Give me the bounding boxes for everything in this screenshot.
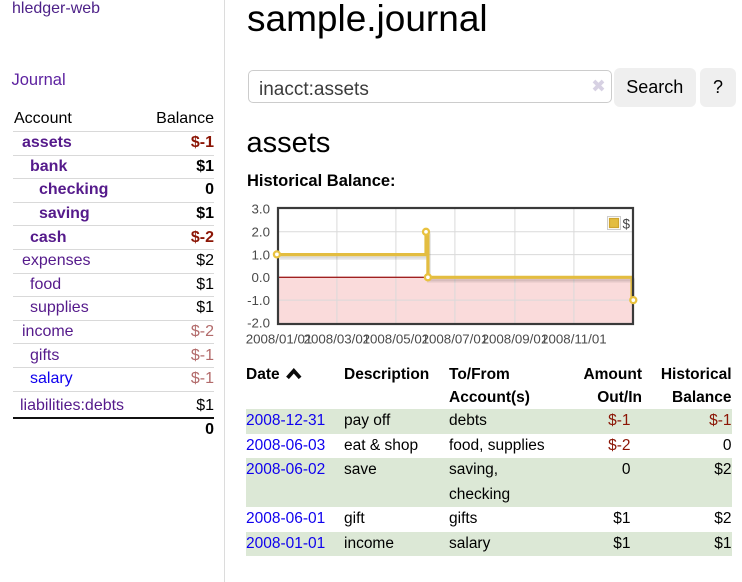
svg-text:$: $ [623, 217, 631, 232]
svg-text:2008/07/01: 2008/07/01 [422, 332, 489, 347]
svg-text:2008/03/01: 2008/03/01 [304, 332, 371, 347]
svg-text:-2.0: -2.0 [247, 316, 270, 331]
svg-text:0.0: 0.0 [252, 270, 271, 285]
svg-text:2.0: 2.0 [252, 225, 271, 240]
svg-text:2008/09/01: 2008/09/01 [482, 332, 549, 347]
svg-text:2008/11/01: 2008/11/01 [541, 332, 607, 347]
svg-text:2008/01/01: 2008/01/01 [246, 332, 313, 347]
svg-text:1.0: 1.0 [252, 247, 271, 262]
svg-text:2008/05/01: 2008/05/01 [363, 332, 430, 347]
svg-text:3.0: 3.0 [252, 202, 271, 217]
svg-text:-1.0: -1.0 [247, 293, 270, 308]
